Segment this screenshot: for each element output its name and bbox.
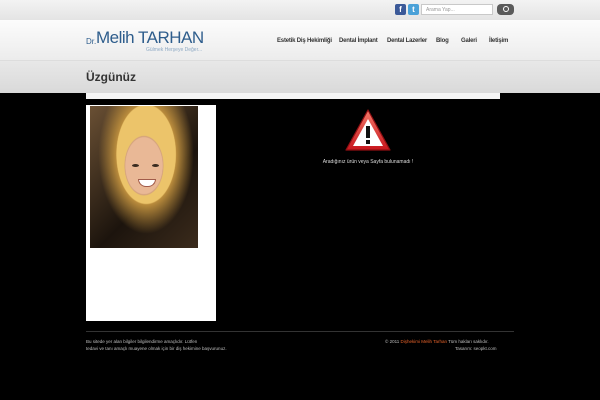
top-bar: f t Arama Yap... xyxy=(0,0,600,20)
footer-divider xyxy=(86,331,514,332)
error-message: Aradığınız ürün veya Sayfa bulunamadı ! xyxy=(322,159,414,165)
logo-tagline: Gülmek Herşeye Değer... xyxy=(146,47,203,53)
footer-disclaimer-line2: tedavi ve tanı amaçlı muayene olmak için… xyxy=(86,346,227,351)
search-button[interactable] xyxy=(497,4,514,15)
nav-item-blog[interactable]: Blog xyxy=(436,38,449,44)
footer-copyright-suffix: Tüm hakları saklıdır. xyxy=(448,339,489,344)
footer-copyright-link[interactable]: Dişhekimi Melih Tarhan xyxy=(401,339,447,344)
nav-item-implant[interactable]: Dental İmplant xyxy=(339,38,378,44)
footer-copyright-prefix: © 2011 xyxy=(385,339,400,344)
search-placeholder: Arama Yap... xyxy=(426,7,455,13)
footer-credit[interactable]: Tasarım: seopkt.com xyxy=(455,346,497,351)
nav-item-galeri[interactable]: Galeri xyxy=(461,38,477,44)
nav-item-lazerler[interactable]: Dental Lazerler xyxy=(387,38,427,44)
footer-disclaimer-line1: Bu sitede yer alan bilgiler bilgilendirm… xyxy=(86,339,198,344)
smile xyxy=(138,179,156,187)
facebook-label: f xyxy=(399,5,402,14)
footer-copyright: © 2011 Dişhekimi Melih Tarhan Tüm haklar… xyxy=(385,339,489,344)
twitter-label: t xyxy=(412,5,415,14)
eye-right xyxy=(152,164,159,167)
logo-prefix: Dr. xyxy=(86,37,97,46)
nav-item-iletisim[interactable]: İletişim xyxy=(489,38,508,44)
search-icon xyxy=(503,6,509,12)
sidebar-photo-card xyxy=(86,105,216,321)
warning-icon xyxy=(345,109,391,151)
header: Dr. Melih TARHAN Gülmek Herşeye Değer...… xyxy=(0,20,600,61)
facebook-icon[interactable]: f xyxy=(395,4,406,15)
logo-name[interactable]: Melih TARHAN xyxy=(96,28,204,48)
eye-left xyxy=(132,164,139,167)
twitter-icon[interactable]: t xyxy=(408,4,419,15)
page-title: Üzgünüz xyxy=(86,70,136,84)
smiling-woman-photo xyxy=(90,106,198,248)
nav-item-estetik[interactable]: Estetik Diş Hekimliği xyxy=(277,38,332,44)
content-strip xyxy=(86,93,500,99)
title-banner: Üzgünüz xyxy=(0,61,600,93)
search-input[interactable]: Arama Yap... xyxy=(421,4,493,15)
